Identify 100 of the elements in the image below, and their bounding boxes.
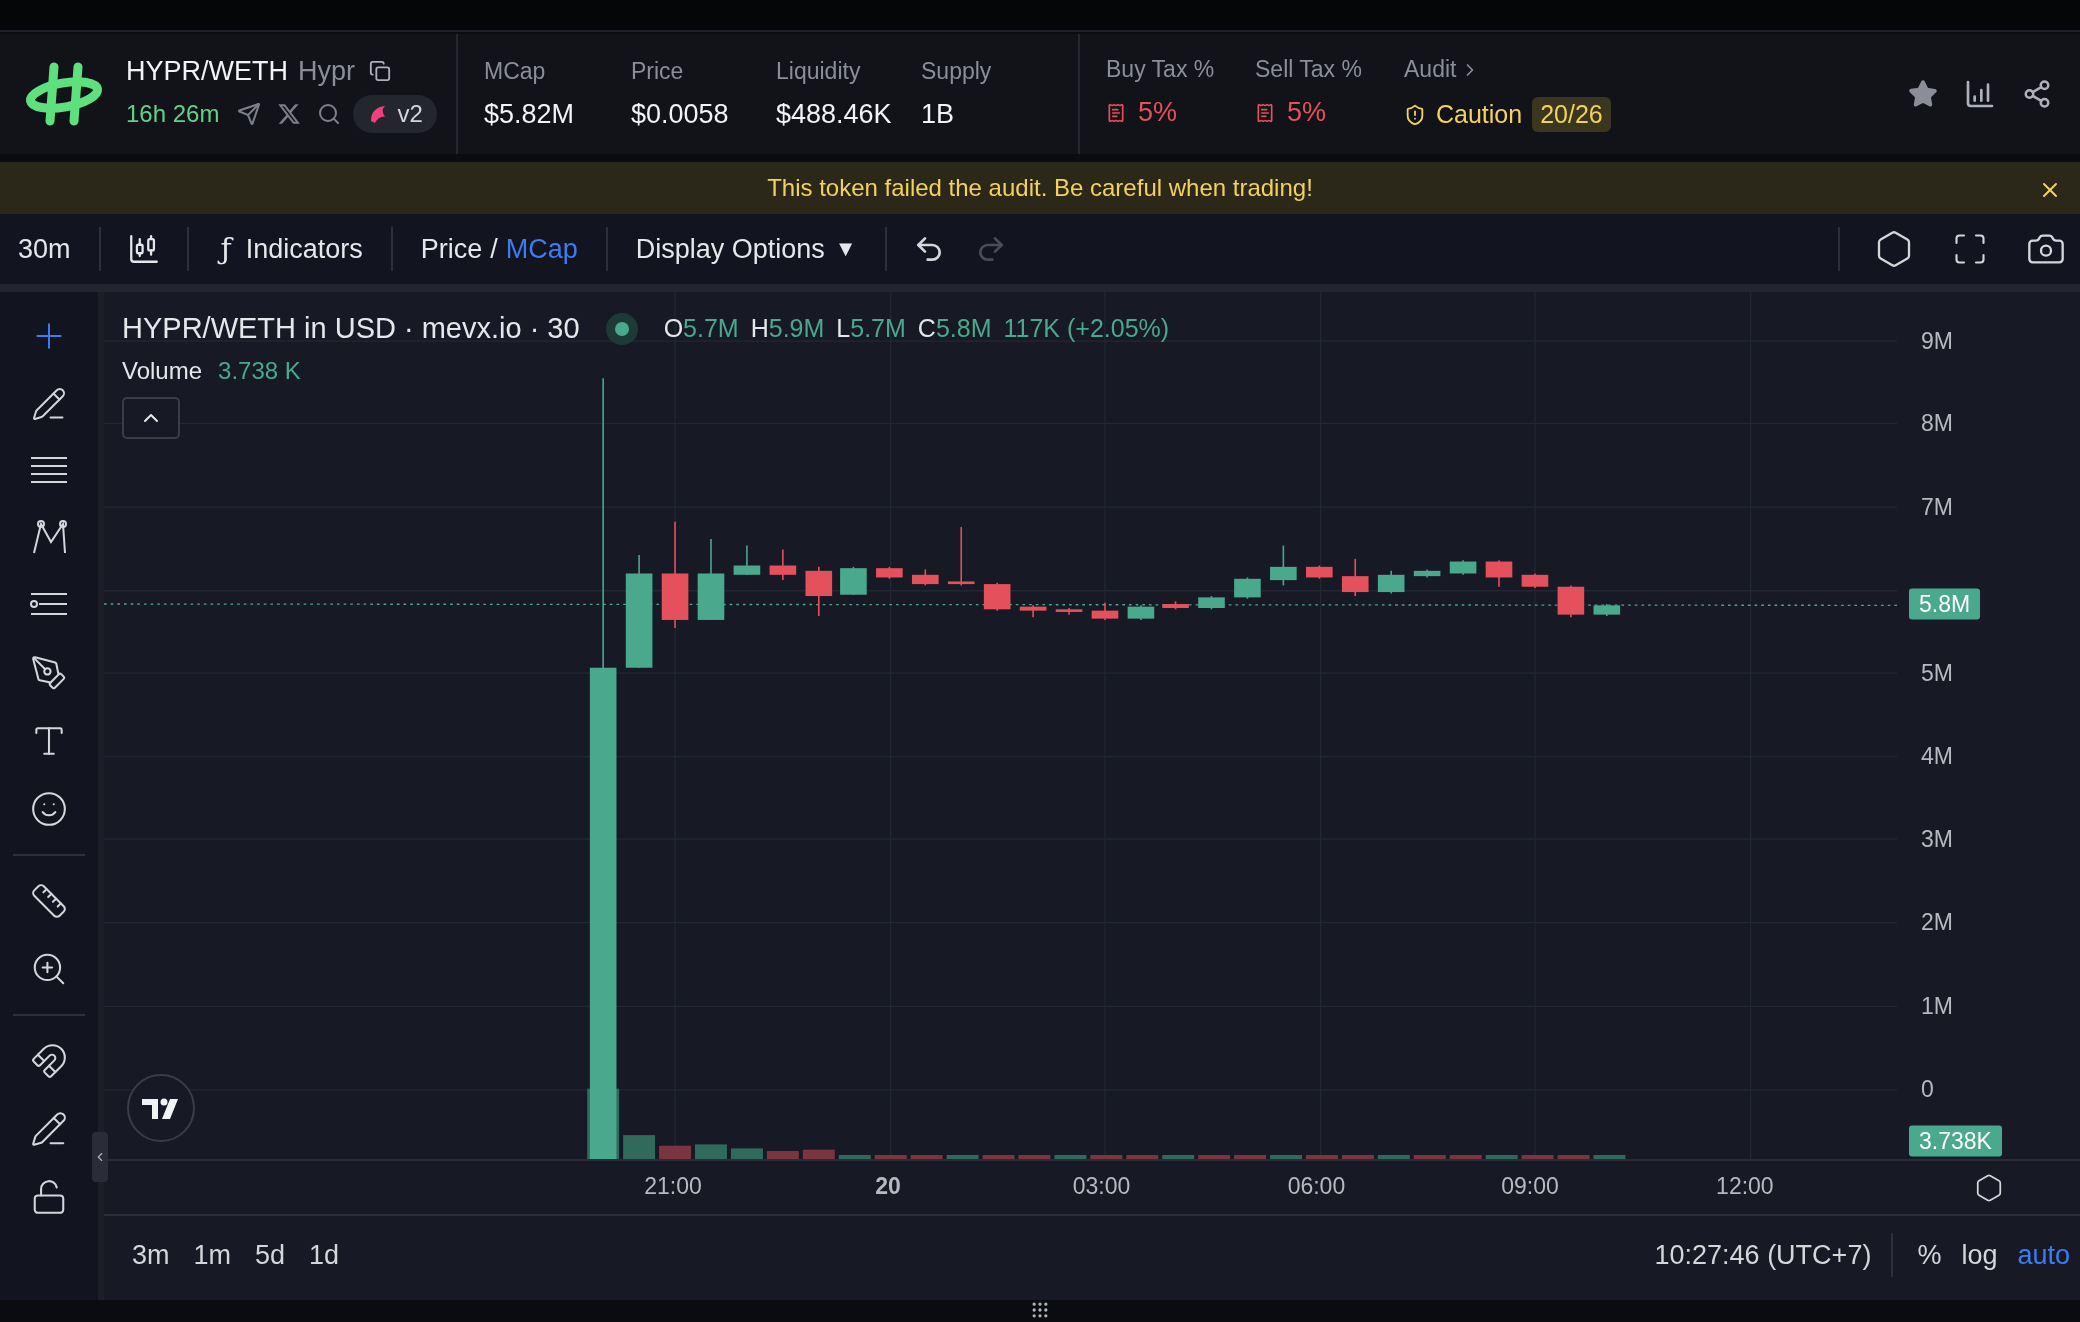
candle <box>876 566 903 580</box>
axis-label: 21:00 <box>644 1173 702 1200</box>
volume-bar <box>802 1149 835 1159</box>
stat-value: $0.0058 <box>631 99 730 130</box>
interval-button[interactable]: 30m <box>0 233 99 265</box>
pair-name: HYPR/WETH <box>126 55 288 87</box>
axis-label: 03:00 <box>1072 1173 1131 1200</box>
volume-bar <box>838 1155 871 1159</box>
token-name: Hypr <box>298 55 355 87</box>
resize-handle-icon[interactable] <box>1030 1300 1050 1320</box>
time-axis[interactable]: 21:00 20 03:00 06:00 09:00 12:00 <box>104 1161 1897 1214</box>
candle <box>733 544 761 576</box>
indicators-button[interactable]: ƒ Indicators <box>188 229 391 269</box>
range-button[interactable]: 1d <box>297 1239 352 1271</box>
separator: / <box>490 233 498 265</box>
candle <box>805 566 833 617</box>
candle <box>947 526 975 587</box>
range-button[interactable]: 3m <box>120 1239 182 1271</box>
volume-bar <box>1162 1155 1195 1159</box>
candle <box>1055 607 1083 616</box>
candle <box>983 581 1011 612</box>
volume-bar <box>1485 1155 1518 1159</box>
volume-bar <box>910 1155 943 1159</box>
volume-bar <box>1054 1155 1087 1159</box>
range-button[interactable]: 1m <box>181 1239 244 1271</box>
stat-label: Liquidity <box>776 58 862 85</box>
volume-label: Volume <box>122 357 203 385</box>
volume-bar <box>1126 1155 1159 1159</box>
volume-bar <box>1521 1155 1554 1159</box>
candle <box>912 568 939 587</box>
candle <box>1377 570 1405 595</box>
axis-label: 20 <box>875 1173 901 1200</box>
volume-bar <box>1449 1155 1482 1159</box>
price-axis[interactable]: 9M 8M 7M 5M 4M 3M 2M 1M 0 5.8M 3.738K <box>1897 292 2080 1159</box>
volume-bar <box>1090 1155 1123 1159</box>
volume-bar <box>1377 1155 1410 1159</box>
axis-label: 12:00 <box>1716 1173 1774 1200</box>
volume-bar <box>1557 1155 1590 1159</box>
volume-bar <box>659 1145 691 1159</box>
shield-icon <box>1404 103 1426 126</box>
tax-label: Buy Tax % <box>1106 56 1216 83</box>
status-dot <box>605 312 638 345</box>
clock: 10:27:46 (UTC+7) <box>1654 1239 1873 1271</box>
volume-bar <box>730 1148 763 1159</box>
tax-value: 5% <box>1287 97 1327 128</box>
warning-message: This token failed the audit. Be careful when trading! <box>767 174 1313 202</box>
candle <box>1557 584 1585 619</box>
scale-button[interactable]: log <box>1951 1239 2008 1271</box>
candle <box>1341 558 1369 597</box>
ohlc-value: H5.9M <box>750 314 825 343</box>
axis-label: 09:00 <box>1501 1173 1559 1200</box>
axis-label: 1M <box>1921 992 1953 1020</box>
candle <box>1593 603 1621 617</box>
candle <box>1234 576 1261 600</box>
axis-label: 7M <box>1921 493 1953 521</box>
volume-bar <box>1593 1155 1626 1159</box>
function-icon: ƒ <box>216 229 236 269</box>
volume-value: 3.738 K <box>218 357 301 385</box>
candle <box>840 566 867 596</box>
volume-bar <box>1018 1155 1051 1159</box>
candle <box>1270 544 1297 587</box>
volume-bar <box>695 1144 727 1159</box>
range-button[interactable]: 5d <box>243 1239 298 1271</box>
receipt-icon <box>1106 102 1126 123</box>
scale-button[interactable]: % <box>1907 1239 1952 1271</box>
last-price-tag: 5.8M <box>1909 588 1981 620</box>
price-mode-tab[interactable]: MCap <box>505 233 578 265</box>
stat-value: $488.46K <box>776 99 893 130</box>
audit-label[interactable]: Audit <box>1404 56 1457 83</box>
stat-value: 1B <box>921 99 956 130</box>
volume-bar <box>1306 1155 1338 1159</box>
ohlc-value: C5.8M <box>917 314 992 343</box>
candle <box>1162 600 1189 611</box>
stat-label: Supply <box>921 58 993 85</box>
volume-bar <box>1270 1155 1302 1159</box>
volume-bar <box>1198 1155 1231 1159</box>
pair-age: 16h 26m <box>126 99 220 128</box>
candle <box>1306 564 1333 580</box>
last-volume-tag: 3.738K <box>1909 1125 2002 1157</box>
display-options-button[interactable]: Display Options ▼ <box>607 233 885 265</box>
axis-label: 8M <box>1921 409 1953 437</box>
volume-bar <box>766 1151 799 1159</box>
dex-version: v2 <box>397 99 423 128</box>
volume-bar <box>946 1155 979 1159</box>
axis-label: 0 <box>1921 1075 1934 1103</box>
candle <box>1127 604 1155 621</box>
axis-label: 5M <box>1921 659 1953 687</box>
price-mode-tab[interactable]: Price <box>420 233 483 265</box>
candle <box>1019 604 1047 619</box>
tax-value: 5% <box>1138 97 1178 128</box>
ohlc-value: L5.7M <box>836 314 906 343</box>
ohlc-value: O5.7M <box>663 314 739 343</box>
axis-label: 3M <box>1921 825 1953 852</box>
axis-label: 06:00 <box>1287 1173 1346 1200</box>
scale-button[interactable]: auto <box>2007 1239 2080 1271</box>
volume-bar <box>1234 1155 1267 1159</box>
candle <box>1413 568 1441 579</box>
candle <box>1485 559 1513 588</box>
price-chart[interactable]: HYPR/WETH in USD · mevx.io · 30 O5.7M H5.9M L5.7M C5.8M 117K (+2.05%) Volume 3.738 K <box>104 292 1897 1159</box>
axis-label: 4M <box>1921 742 1953 770</box>
